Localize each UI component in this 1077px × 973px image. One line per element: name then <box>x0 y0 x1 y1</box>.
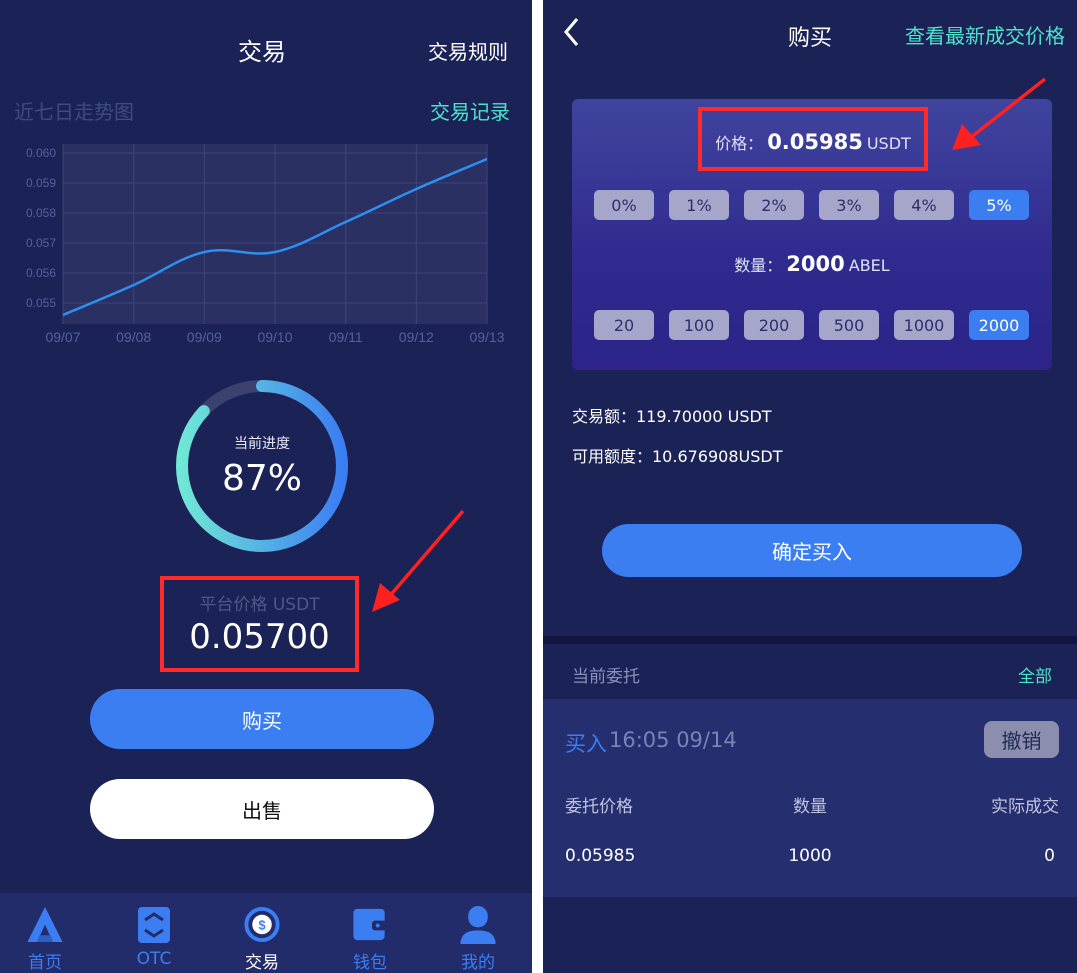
price-trend-chart: 0.0600.0590.0580.0570.0560.055 09/07 09/0… <box>26 144 505 345</box>
percent-chip[interactable]: 4% <box>894 190 954 220</box>
buy-screen: 购买 查看最新成交价格 价格： 0.05985 USDT 0% 1% 2% 3% 4… <box>543 0 1077 973</box>
svg-text:$: $ <box>258 918 265 932</box>
tab-home[interactable]: 首页 <box>0 893 90 973</box>
sell-button[interactable]: 出售 <box>90 779 434 839</box>
x-tick-label: 09/11 <box>329 329 363 345</box>
available-balance: 可用额度：10.676908USDT <box>572 447 783 466</box>
quantity-chip[interactable]: 20 <box>594 310 654 340</box>
tab-otc-label: OTC <box>136 949 172 969</box>
chart-y-ticks: 0.060 0.059 0.058 0.057 0.056 0.055 <box>26 146 56 310</box>
order-header-price: 委托价格 <box>565 797 633 817</box>
current-orders-title: 当前委托 <box>572 667 640 687</box>
y-tick-label: 0.058 <box>26 206 56 220</box>
user-icon <box>460 905 496 944</box>
tab-home-label: 首页 <box>28 953 62 973</box>
x-tick-label: 09/13 <box>469 329 504 345</box>
progress-label: 当前进度 <box>234 436 290 452</box>
quantity-value: 2000 <box>786 252 845 276</box>
price-display: 价格： 0.05985 USDT <box>698 130 928 154</box>
quantity-chip[interactable]: 500 <box>819 310 879 340</box>
order-quantity-value: 1000 <box>788 846 832 866</box>
cancel-order-button[interactable]: 撤销 <box>984 721 1059 758</box>
percent-chip[interactable]: 2% <box>744 190 804 220</box>
tab-wallet[interactable]: 钱包 <box>325 893 415 973</box>
order-header-filled: 实际成交 <box>991 797 1059 817</box>
x-tick-label: 09/10 <box>257 329 292 345</box>
tab-trade[interactable]: $ 交易 <box>217 893 307 973</box>
order-filled-value: 0 <box>1044 846 1055 866</box>
platform-price-label: 平台价格 USDT <box>199 595 320 615</box>
quantity-display: 数量： 2000 ABEL <box>572 252 1052 276</box>
trade-amount: 交易额：119.70000 USDT <box>572 407 772 426</box>
y-tick-label: 0.055 <box>26 296 56 310</box>
order-time: 16:05 09/14 <box>609 728 737 752</box>
price-unit: USDT <box>866 134 911 153</box>
trade-coin-icon: $ <box>244 906 280 943</box>
tab-trade-label: 交易 <box>245 953 279 973</box>
otc-exchange-icon <box>138 907 170 943</box>
quantity-chip[interactable]: 1000 <box>894 310 954 340</box>
tab-profile[interactable]: 我的 <box>433 893 523 973</box>
chart-x-ticks: 09/07 09/08 09/09 09/10 09/11 09/12 09/13 <box>45 329 504 345</box>
tab-profile-label: 我的 <box>461 953 495 973</box>
percent-chip[interactable]: 1% <box>669 190 729 220</box>
bottom-tab-bar: 首页 OTC $ 交易 钱包 我的 <box>0 893 532 973</box>
all-orders-link[interactable]: 全部 <box>1018 662 1052 687</box>
x-tick-label: 09/08 <box>116 329 151 345</box>
price-label: 价格： <box>715 134 764 153</box>
y-tick-label: 0.059 <box>26 176 56 190</box>
x-tick-label: 09/09 <box>187 329 222 345</box>
progress-value: 87% <box>221 458 302 499</box>
x-tick-label: 09/07 <box>45 329 80 345</box>
trade-records-link[interactable]: 交易记录 <box>430 96 510 125</box>
trade-rules-link[interactable]: 交易规则 <box>428 36 508 65</box>
buy-button[interactable]: 购买 <box>90 689 434 749</box>
y-tick-label: 0.060 <box>26 146 56 160</box>
trade-screen: 交易 交易规则 近七日走势图 交易记录 0.060 0.059 0.058 0.057… <box>0 0 532 973</box>
section-divider <box>543 636 1077 644</box>
y-tick-label: 0.057 <box>26 236 56 250</box>
percent-chip[interactable]: 5% <box>969 190 1029 220</box>
platform-price-value: 0.05700 <box>189 617 330 657</box>
percent-chip[interactable]: 0% <box>594 190 654 220</box>
tab-otc[interactable]: OTC <box>109 893 199 973</box>
confirm-buy-button[interactable]: 确定买入 <box>602 524 1022 577</box>
percent-chip[interactable]: 3% <box>819 190 879 220</box>
y-tick-label: 0.056 <box>26 266 56 280</box>
quantity-unit: ABEL <box>848 256 890 275</box>
quantity-chip[interactable]: 200 <box>744 310 804 340</box>
tab-wallet-label: 钱包 <box>353 953 387 973</box>
wallet-icon <box>353 908 387 941</box>
latest-price-link[interactable]: 查看最新成交价格 <box>905 20 1065 49</box>
chart-title: 近七日走势图 <box>14 100 134 124</box>
quantity-chip[interactable]: 2000 <box>969 310 1029 340</box>
quantity-chip[interactable]: 100 <box>669 310 729 340</box>
x-tick-label: 09/12 <box>399 329 434 345</box>
price-value: 0.05985 <box>767 130 863 154</box>
order-type: 买入 <box>565 732 607 756</box>
order-price-value: 0.05985 <box>565 846 636 866</box>
quantity-label: 数量： <box>734 256 783 275</box>
home-icon <box>27 906 63 943</box>
order-header-quantity: 数量 <box>793 797 827 817</box>
